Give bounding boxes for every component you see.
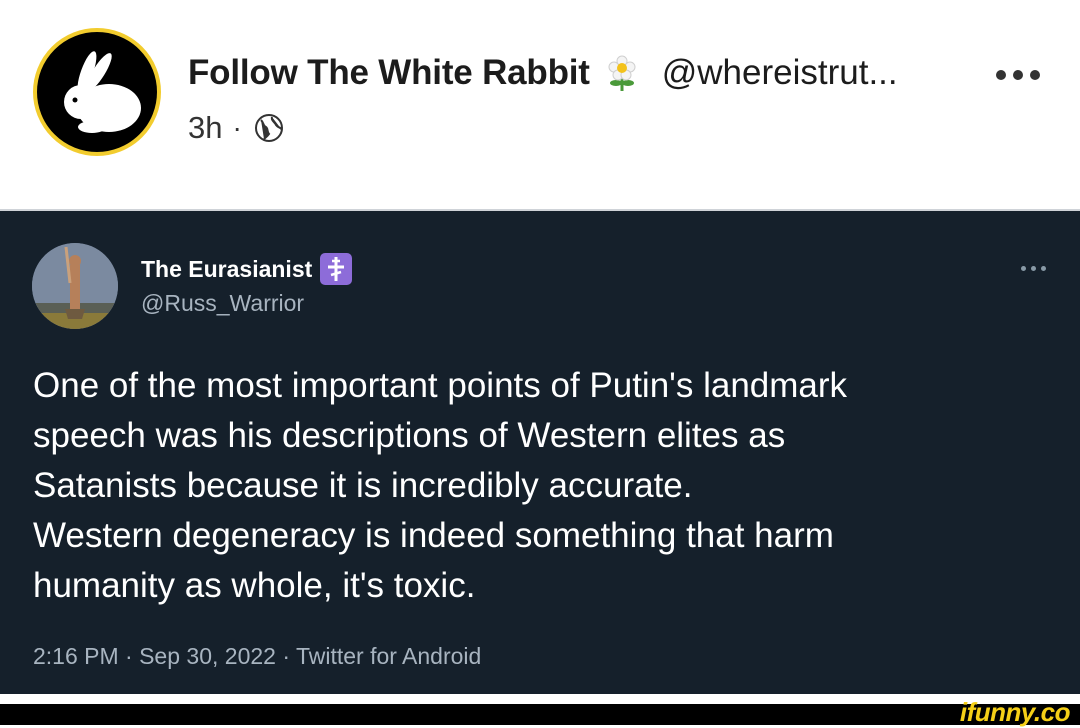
statue-avatar-image	[32, 243, 118, 329]
bottom-strip	[0, 704, 1080, 725]
embedded-tweet[interactable]: The Eurasianist @Russ_Warrior One of the…	[0, 209, 1080, 694]
author-avatar[interactable]	[33, 28, 161, 156]
tweet-author-name[interactable]: The Eurasianist	[141, 256, 312, 283]
tweet-more-options-icon[interactable]	[1021, 266, 1047, 272]
post-meta: 3h ·	[188, 106, 284, 150]
tweet-author-handle[interactable]: @Russ_Warrior	[141, 290, 304, 317]
author-name[interactable]: Follow The White Rabbit	[188, 53, 590, 93]
rabbit-icon	[64, 51, 141, 133]
tweet-meta: 2:16 PM · Sep 30, 2022 · Twitter for And…	[33, 643, 482, 669]
orthodox-cross-icon	[320, 253, 353, 285]
author-handle[interactable]: @whereistrut...	[662, 53, 898, 93]
ifunny-watermark: ifunny.co	[959, 697, 1071, 727]
post-time: 3h	[188, 110, 223, 145]
tweet-text: One of the most important points of Puti…	[33, 366, 848, 605]
meta-separator: ·	[232, 112, 242, 143]
post-header: Follow The White Rabbit @whereistrut... …	[0, 0, 1080, 200]
flower-icon	[608, 55, 636, 91]
tweet-avatar[interactable]	[32, 243, 118, 329]
more-options-icon[interactable]	[996, 68, 1040, 82]
author-line: Follow The White Rabbit @whereistrut...	[188, 50, 898, 96]
globe-icon	[254, 114, 283, 142]
tweet-name-line: The Eurasianist	[141, 253, 353, 285]
